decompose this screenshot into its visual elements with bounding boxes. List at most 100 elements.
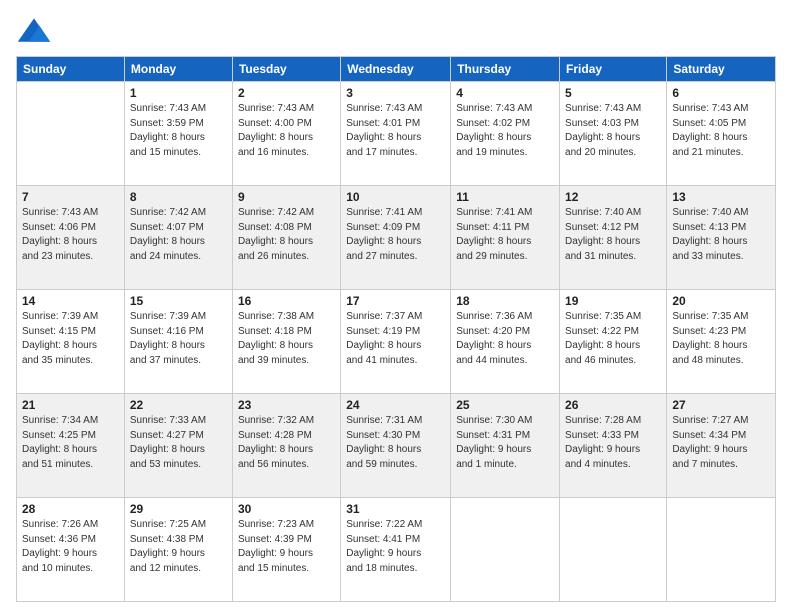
day-info: Sunrise: 7:42 AMSunset: 4:08 PMDaylight:… [238,206,335,264]
day-info: Sunrise: 7:37 AMSunset: 4:19 PMDaylight:… [346,310,445,368]
calendar-week-row: 7Sunrise: 7:43 AMSunset: 4:06 PMDaylight… [17,186,776,290]
day-info: Sunrise: 7:41 AMSunset: 4:11 PMDaylight:… [456,206,554,264]
day-number: 15 [130,294,227,308]
calendar-cell: 26 Sunrise: 7:28 AMSunset: 4:33 PMDayligh… [560,394,667,498]
calendar-cell: 22 Sunrise: 7:33 AMSunset: 4:27 PMDayligh… [124,394,232,498]
day-info: Sunrise: 7:33 AMSunset: 4:27 PMDaylight:… [130,414,227,472]
calendar-cell: 23 Sunrise: 7:32 AMSunset: 4:28 PMDayligh… [232,394,340,498]
calendar-cell: 10Sunrise: 7:41 AMSunset: 4:09 PMDayligh… [341,186,451,290]
calendar-cell: 30 Sunrise: 7:23 AMSunset: 4:39 PMDayligh… [232,498,340,602]
day-info: Sunrise: 7:25 AMSunset: 4:38 PMDaylight:… [130,518,227,576]
day-info: Sunrise: 7:26 AMSunset: 4:36 PMDaylight:… [22,518,119,576]
day-number: 13 [672,190,770,204]
calendar-week-row: 1 Sunrise: 7:43 AMSunset: 3:59 PMDaylight… [17,82,776,186]
calendar-cell: 8 Sunrise: 7:42 AMSunset: 4:07 PMDaylight… [124,186,232,290]
day-number: 21 [22,398,119,412]
day-number: 30 [238,502,335,516]
day-info: Sunrise: 7:43 AMSunset: 4:06 PMDaylight:… [22,206,119,264]
calendar-cell [17,82,125,186]
day-number: 9 [238,190,335,204]
calendar-table: SundayMondayTuesdayWednesdayThursdayFrid… [16,56,776,602]
day-number: 4 [456,86,554,100]
calendar-cell: 15 Sunrise: 7:39 AMSunset: 4:16 PMDayligh… [124,290,232,394]
weekday-header: Tuesday [232,57,340,82]
day-number: 11 [456,190,554,204]
day-number: 24 [346,398,445,412]
day-info: Sunrise: 7:39 AMSunset: 4:15 PMDaylight:… [22,310,119,368]
calendar-cell: 9 Sunrise: 7:42 AMSunset: 4:08 PMDaylight… [232,186,340,290]
day-info: Sunrise: 7:38 AMSunset: 4:18 PMDaylight:… [238,310,335,368]
day-number: 29 [130,502,227,516]
day-number: 17 [346,294,445,308]
calendar-cell: 7Sunrise: 7:43 AMSunset: 4:06 PMDaylight… [17,186,125,290]
weekday-header: Monday [124,57,232,82]
logo-icon [16,16,52,46]
day-number: 8 [130,190,227,204]
day-info: Sunrise: 7:42 AMSunset: 4:07 PMDaylight:… [130,206,227,264]
calendar-cell: 21Sunrise: 7:34 AMSunset: 4:25 PMDayligh… [17,394,125,498]
calendar-cell: 28 Sunrise: 7:26 AMSunset: 4:36 PMDayligh… [17,498,125,602]
weekday-header: Saturday [667,57,776,82]
calendar-cell: 18Sunrise: 7:36 AMSunset: 4:20 PMDayligh… [451,290,560,394]
header [16,16,776,46]
calendar-cell: 4 Sunrise: 7:43 AMSunset: 4:02 PMDaylight… [451,82,560,186]
calendar-cell: 1 Sunrise: 7:43 AMSunset: 3:59 PMDaylight… [124,82,232,186]
calendar-cell: 29 Sunrise: 7:25 AMSunset: 4:38 PMDayligh… [124,498,232,602]
day-number: 6 [672,86,770,100]
day-number: 31 [346,502,445,516]
calendar-cell [667,498,776,602]
calendar-cell: 27 Sunrise: 7:27 AMSunset: 4:34 PMDayligh… [667,394,776,498]
day-info: Sunrise: 7:40 AMSunset: 4:13 PMDaylight:… [672,206,770,264]
day-info: Sunrise: 7:23 AMSunset: 4:39 PMDaylight:… [238,518,335,576]
day-number: 5 [565,86,661,100]
weekday-header: Sunday [17,57,125,82]
calendar-cell: 3 Sunrise: 7:43 AMSunset: 4:01 PMDaylight… [341,82,451,186]
day-info: Sunrise: 7:22 AMSunset: 4:41 PMDaylight:… [346,518,445,576]
calendar-cell: 12Sunrise: 7:40 AMSunset: 4:12 PMDayligh… [560,186,667,290]
calendar-cell: 11 Sunrise: 7:41 AMSunset: 4:11 PMDayligh… [451,186,560,290]
calendar-cell [451,498,560,602]
weekday-header: Thursday [451,57,560,82]
logo [16,16,58,46]
day-number: 25 [456,398,554,412]
calendar-cell: 24 Sunrise: 7:31 AMSunset: 4:30 PMDayligh… [341,394,451,498]
day-number: 14 [22,294,119,308]
day-info: Sunrise: 7:35 AMSunset: 4:23 PMDaylight:… [672,310,770,368]
day-info: Sunrise: 7:43 AMSunset: 3:59 PMDaylight:… [130,102,227,160]
day-number: 26 [565,398,661,412]
day-info: Sunrise: 7:43 AMSunset: 4:01 PMDaylight:… [346,102,445,160]
day-info: Sunrise: 7:43 AMSunset: 4:03 PMDaylight:… [565,102,661,160]
calendar-cell: 20 Sunrise: 7:35 AMSunset: 4:23 PMDayligh… [667,290,776,394]
day-info: Sunrise: 7:43 AMSunset: 4:05 PMDaylight:… [672,102,770,160]
day-number: 18 [456,294,554,308]
day-info: Sunrise: 7:40 AMSunset: 4:12 PMDaylight:… [565,206,661,264]
day-info: Sunrise: 7:31 AMSunset: 4:30 PMDaylight:… [346,414,445,472]
day-info: Sunrise: 7:27 AMSunset: 4:34 PMDaylight:… [672,414,770,472]
day-info: Sunrise: 7:30 AMSunset: 4:31 PMDaylight:… [456,414,554,472]
day-info: Sunrise: 7:32 AMSunset: 4:28 PMDaylight:… [238,414,335,472]
calendar-cell: 17 Sunrise: 7:37 AMSunset: 4:19 PMDayligh… [341,290,451,394]
calendar-cell: 31 Sunrise: 7:22 AMSunset: 4:41 PMDayligh… [341,498,451,602]
calendar-cell [560,498,667,602]
day-info: Sunrise: 7:39 AMSunset: 4:16 PMDaylight:… [130,310,227,368]
day-number: 23 [238,398,335,412]
calendar-cell: 5 Sunrise: 7:43 AMSunset: 4:03 PMDaylight… [560,82,667,186]
calendar-cell: 14 Sunrise: 7:39 AMSunset: 4:15 PMDayligh… [17,290,125,394]
day-number: 1 [130,86,227,100]
day-number: 3 [346,86,445,100]
calendar-cell: 6 Sunrise: 7:43 AMSunset: 4:05 PMDaylight… [667,82,776,186]
weekday-header: Wednesday [341,57,451,82]
calendar-week-row: 21Sunrise: 7:34 AMSunset: 4:25 PMDayligh… [17,394,776,498]
weekday-header: Friday [560,57,667,82]
day-number: 28 [22,502,119,516]
day-info: Sunrise: 7:43 AMSunset: 4:02 PMDaylight:… [456,102,554,160]
day-info: Sunrise: 7:43 AMSunset: 4:00 PMDaylight:… [238,102,335,160]
day-number: 20 [672,294,770,308]
calendar-cell: 19Sunrise: 7:35 AMSunset: 4:22 PMDayligh… [560,290,667,394]
day-number: 27 [672,398,770,412]
calendar-cell: 13 Sunrise: 7:40 AMSunset: 4:13 PMDayligh… [667,186,776,290]
day-info: Sunrise: 7:28 AMSunset: 4:33 PMDaylight:… [565,414,661,472]
calendar-cell: 2Sunrise: 7:43 AMSunset: 4:00 PMDaylight… [232,82,340,186]
day-number: 10 [346,190,445,204]
day-number: 22 [130,398,227,412]
